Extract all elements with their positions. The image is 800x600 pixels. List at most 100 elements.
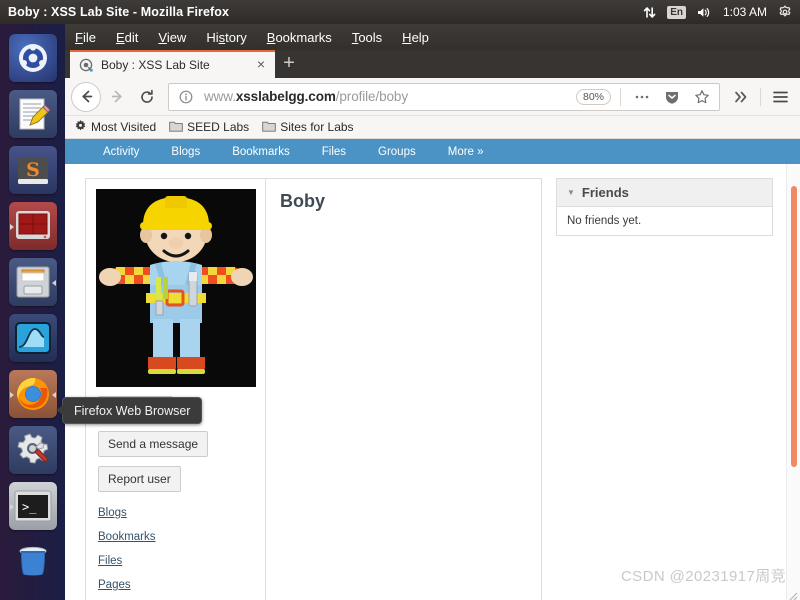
system-gear-icon[interactable] [778, 5, 792, 19]
window-resize-grip[interactable] [786, 588, 798, 600]
menu-help[interactable]: Help [402, 30, 429, 45]
friends-module-title: Friends [581, 185, 629, 200]
ubuntu-top-panel: Boby : XSS Lab Site - Mozilla Firefox En… [0, 0, 800, 24]
profile-link-bookmarks[interactable]: Bookmarks [98, 525, 265, 549]
bookmarks-toolbar: Most Visited SEED Labs Sites for Labs [65, 116, 800, 139]
launcher-item-sublime-text[interactable]: S [8, 146, 57, 194]
menu-tools[interactable]: Tools [352, 30, 382, 45]
site-nav-groups[interactable]: Groups [362, 146, 432, 158]
focused-indicator [51, 392, 56, 397]
report-user-button[interactable]: Report user [98, 466, 181, 492]
launcher-tooltip: Firefox Web Browser [55, 397, 203, 424]
menu-bar: FFileile Edit View History Bookmarks Too… [65, 24, 800, 50]
bookmark-most-visited[interactable]: Most Visited [74, 119, 156, 135]
menu-history[interactable]: History [206, 30, 246, 45]
page-scrollbar-thumb[interactable] [791, 186, 797, 467]
clock-label[interactable]: 1:03 AM [723, 6, 767, 18]
network-updown-icon[interactable] [643, 6, 656, 19]
profile-link-blogs[interactable]: Blogs [98, 501, 265, 525]
firefox-window: FFileile Edit View History Bookmarks Too… [65, 24, 800, 600]
bookmark-seed-labs[interactable]: SEED Labs [169, 120, 249, 135]
profile-link-files[interactable]: Files [98, 549, 265, 573]
elgg-favicon-icon [79, 58, 94, 73]
tab-title: Boby : XSS Lab Site [101, 58, 210, 72]
running-indicator [51, 280, 56, 285]
caret-down-icon[interactable]: ▼ [567, 188, 575, 197]
menu-file[interactable]: FFileile [75, 30, 96, 45]
launcher-item-text-editor[interactable] [8, 90, 57, 138]
star-icon[interactable] [690, 85, 714, 109]
url-bar[interactable]: www.xsslabelgg.com/profile/boby 80% [168, 82, 720, 111]
pocket-shield-icon[interactable] [660, 85, 684, 109]
launcher-item-files-manager[interactable] [8, 258, 57, 306]
tab-strip: Boby : XSS Lab Site × + [65, 50, 800, 78]
bookmark-label: SEED Labs [187, 120, 250, 134]
avatar[interactable] [95, 189, 256, 387]
keyboard-layout-indicator[interactable]: En [667, 5, 686, 19]
url-path: /profile/boby [335, 89, 408, 104]
running-indicator [10, 224, 15, 229]
send-message-button[interactable]: Send a message [98, 431, 209, 457]
avatar-image [95, 189, 256, 387]
profile-main: Boby [266, 179, 541, 600]
unity-launcher: S >_ [0, 24, 65, 600]
back-button[interactable] [71, 81, 101, 112]
url-host: xsslabelgg.com [235, 89, 336, 104]
folder-icon [262, 120, 276, 135]
friends-module-header[interactable]: ▼ Friends [557, 179, 772, 207]
info-circle-icon[interactable] [174, 85, 198, 109]
keyboard-layout-label: En [667, 5, 686, 19]
page-content: Add friend Send a message Report user Bl… [65, 164, 800, 600]
site-nav-more[interactable]: More » [432, 146, 500, 158]
site-navigation: Activity Blogs Bookmarks Files Groups Mo… [65, 139, 800, 164]
profile-link-pages[interactable]: Pages [98, 573, 265, 597]
menu-edit[interactable]: Edit [116, 30, 138, 45]
bookmark-label: Sites for Labs [280, 120, 354, 134]
reload-button[interactable] [133, 83, 161, 111]
page-viewport: Activity Blogs Bookmarks Files Groups Mo… [65, 139, 800, 600]
friends-module-body: No friends yet. [567, 215, 642, 227]
site-nav-blogs[interactable]: Blogs [155, 146, 216, 158]
launcher-item-terminal[interactable]: >_ [8, 482, 57, 530]
launcher-tooltip-label: Firefox Web Browser [74, 403, 191, 418]
bookmark-sites-for-labs[interactable]: Sites for Labs [262, 120, 354, 135]
site-nav-files[interactable]: Files [306, 146, 362, 158]
svg-text:>_: >_ [22, 500, 37, 514]
toolbar-separator [760, 87, 761, 106]
ellipsis-icon[interactable] [630, 85, 654, 109]
page-scrollbar[interactable] [786, 164, 800, 600]
launcher-item-wireshark[interactable] [8, 314, 57, 362]
tab-close-icon[interactable]: × [253, 57, 269, 73]
launcher-item-trash[interactable] [9, 538, 57, 586]
zoom-level-badge[interactable]: 80% [575, 88, 611, 105]
volume-icon[interactable] [697, 6, 712, 19]
running-indicator [10, 392, 15, 397]
starred-gear-icon [74, 119, 87, 135]
profile-sidebar: Add friend Send a message Report user Bl… [86, 179, 266, 600]
bookmark-label: Most Visited [91, 120, 157, 134]
menu-bookmarks[interactable]: Bookmarks [267, 30, 332, 45]
launcher-item-firefox[interactable] [8, 370, 57, 418]
folder-icon [169, 120, 183, 135]
site-nav-activity[interactable]: Activity [87, 146, 155, 158]
launcher-item-terminal-multi[interactable] [8, 202, 57, 250]
friends-module: ▼ Friends No friends yet. [556, 178, 773, 236]
browser-tab[interactable]: Boby : XSS Lab Site × [70, 50, 275, 78]
url-prefix: www. [204, 89, 236, 104]
menu-view[interactable]: View [158, 30, 186, 45]
forward-button [103, 83, 131, 111]
screen: Boby : XSS Lab Site - Mozilla Firefox En… [0, 0, 800, 600]
url-separator [620, 87, 621, 106]
url-text[interactable]: www.xsslabelgg.com/profile/boby [204, 89, 570, 104]
navigation-toolbar: www.xsslabelgg.com/profile/boby 80% [65, 78, 800, 116]
site-nav-bookmarks[interactable]: Bookmarks [216, 146, 306, 158]
launcher-item-system-settings[interactable] [8, 426, 57, 474]
new-tab-button[interactable]: + [275, 50, 303, 78]
running-indicator [10, 504, 15, 509]
hamburger-menu-button[interactable] [766, 83, 794, 111]
page-title: Boby [280, 191, 325, 211]
system-tray: En 1:03 AM [643, 5, 800, 19]
overflow-button[interactable] [727, 83, 755, 111]
launcher-item-ubuntu-dash[interactable] [8, 34, 57, 82]
svg-text:S: S [26, 159, 40, 181]
